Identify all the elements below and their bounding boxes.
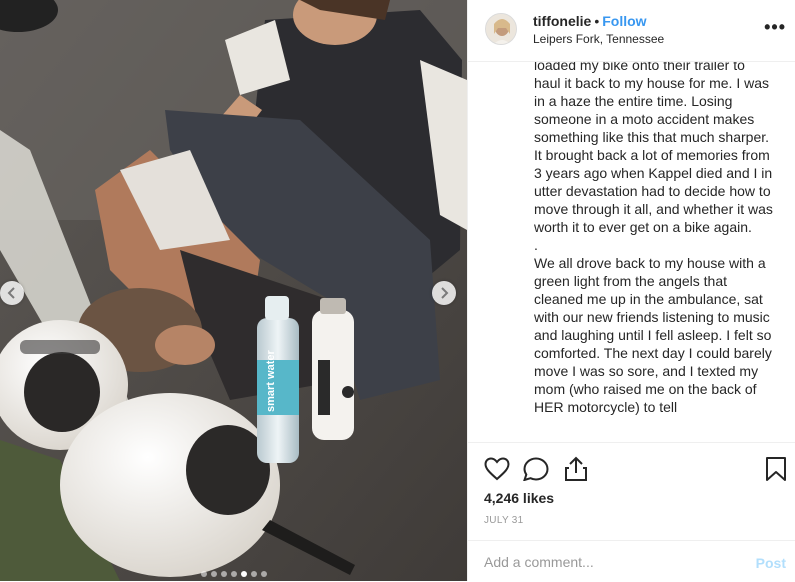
username-link[interactable]: tiffonelie xyxy=(533,13,591,29)
carousel-dot xyxy=(230,571,237,577)
carousel-dot xyxy=(250,571,257,577)
separator-dot: • xyxy=(594,13,600,29)
avatar[interactable] xyxy=(485,13,517,45)
share-button[interactable] xyxy=(564,456,588,487)
caption-paragraph: loaded my bike onto their trailer to hau… xyxy=(534,62,773,235)
bottle-label: smart water xyxy=(265,350,277,412)
chevron-right-icon xyxy=(441,287,449,299)
comment-input[interactable] xyxy=(484,552,734,572)
carousel-dot xyxy=(260,571,267,577)
share-icon xyxy=(565,456,587,481)
comment-icon xyxy=(522,457,549,482)
post-actions: 4,246 likes JULY 31 Post xyxy=(468,442,795,581)
previous-slide-button[interactable] xyxy=(0,281,24,305)
likes-count[interactable]: 4,246 likes xyxy=(484,490,554,506)
location-link[interactable]: Leipers Fork, Tennessee xyxy=(533,32,664,46)
more-options-icon[interactable]: ••• xyxy=(764,18,786,36)
save-button[interactable] xyxy=(765,456,787,487)
comment-bar: Post xyxy=(468,540,795,582)
comment-button[interactable] xyxy=(522,457,549,486)
bookmark-icon xyxy=(766,457,786,481)
caption-paragraph: We all drove back to my house with a gre… xyxy=(534,255,772,415)
carousel-indicator xyxy=(0,571,467,577)
carousel-dot xyxy=(210,571,217,577)
carousel-dot xyxy=(240,571,247,577)
caption-scroll-area[interactable]: loaded my bike onto their trailer to hau… xyxy=(468,62,795,442)
carousel-dot xyxy=(200,571,207,577)
profile-photo-icon xyxy=(486,14,516,44)
post-media[interactable]: smart water xyxy=(0,0,467,581)
like-button[interactable] xyxy=(484,457,510,486)
next-slide-button[interactable] xyxy=(432,281,456,305)
caption-divider: . xyxy=(534,237,538,253)
chevron-left-icon xyxy=(7,287,15,299)
post-photo: smart water xyxy=(0,0,467,581)
user-line: tiffonelie • Follow xyxy=(533,13,647,29)
carousel-dot xyxy=(220,571,227,577)
post-comment-button[interactable]: Post xyxy=(756,555,786,571)
caption-text: loaded my bike onto their trailer to hau… xyxy=(534,62,774,416)
post-header: tiffonelie • Follow Leipers Fork, Tennesse… xyxy=(468,0,795,62)
follow-button[interactable]: Follow xyxy=(602,13,646,29)
heart-icon xyxy=(484,457,510,481)
post-date[interactable]: JULY 31 xyxy=(484,515,524,526)
post-side-panel: tiffonelie • Follow Leipers Fork, Tennesse… xyxy=(467,0,795,581)
